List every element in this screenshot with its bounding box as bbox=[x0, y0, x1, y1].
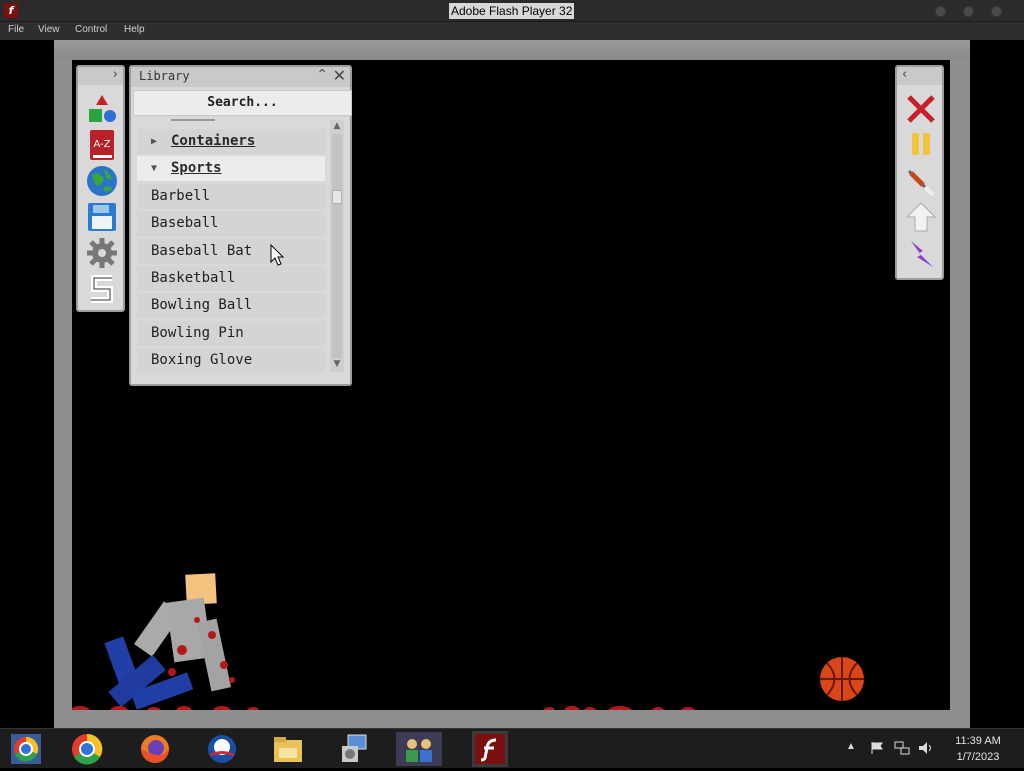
clock-date: 1/7/2023 bbox=[956, 751, 1000, 763]
pause-icon[interactable] bbox=[905, 129, 937, 161]
list-item[interactable]: Baseball Bat bbox=[137, 239, 325, 264]
save-disk-icon[interactable] bbox=[86, 201, 118, 233]
collapsed-triangle-icon: ▶ bbox=[151, 136, 158, 147]
list-item[interactable]: Bowling Ball bbox=[137, 293, 325, 318]
menu-bar: File View Control Help bbox=[0, 22, 1024, 40]
maximize-button[interactable] bbox=[963, 6, 974, 17]
file-explorer-icon[interactable] bbox=[271, 732, 305, 766]
lightning-icon[interactable] bbox=[905, 237, 937, 269]
menu-control[interactable]: Control bbox=[75, 24, 107, 35]
library-list: ▶ Containers ▼ Sports Barbell Baseball B… bbox=[135, 119, 325, 377]
library-scrollbar[interactable]: ▲ ▼ bbox=[330, 120, 344, 372]
system-clock[interactable]: 11:39 AM 1/7/2023 bbox=[940, 733, 1016, 765]
shapes-icon[interactable] bbox=[86, 93, 118, 125]
category-containers[interactable]: ▶ Containers bbox=[137, 129, 325, 154]
library-header: Library ⌃ ✕ bbox=[131, 66, 350, 87]
list-item[interactable]: Basketball bbox=[137, 266, 325, 291]
list-item[interactable]: Barbell bbox=[137, 184, 325, 209]
menu-file[interactable]: File bbox=[8, 24, 24, 35]
menu-help[interactable]: Help bbox=[124, 24, 145, 35]
chrome-old-icon[interactable] bbox=[9, 732, 43, 766]
close-window-button[interactable] bbox=[991, 6, 1002, 17]
taskbar: ▲ 11:39 AM 1/7/2023 bbox=[0, 728, 1024, 768]
scroll-thumb[interactable] bbox=[332, 190, 342, 204]
action-center-flag-icon[interactable] bbox=[870, 741, 884, 755]
minimize-button[interactable] bbox=[935, 6, 946, 17]
search-input[interactable]: Search... bbox=[133, 90, 352, 116]
collapse-chevron-icon[interactable]: ‹ bbox=[902, 67, 907, 82]
cut-off-item bbox=[171, 119, 215, 121]
stage-top-bar bbox=[54, 40, 970, 60]
flash-app-icon: f bbox=[4, 3, 18, 18]
list-item[interactable]: Baseball bbox=[137, 211, 325, 236]
chrome-icon[interactable] bbox=[70, 732, 104, 766]
up-arrow-icon[interactable] bbox=[905, 201, 937, 233]
network-icon[interactable] bbox=[894, 740, 910, 756]
users-icon[interactable] bbox=[396, 732, 442, 766]
control-panel-icon[interactable] bbox=[338, 732, 372, 766]
collapse-chevron-icon[interactable]: ⌃ bbox=[316, 67, 328, 83]
show-hidden-icons-icon[interactable]: ▲ bbox=[846, 741, 856, 752]
scroll-up-icon[interactable]: ▲ bbox=[330, 120, 344, 132]
category-label: Containers bbox=[171, 133, 256, 149]
globe-icon[interactable] bbox=[86, 165, 118, 197]
left-tool-panel: › A-Z bbox=[76, 65, 125, 312]
right-panel-header: ‹ bbox=[897, 67, 942, 85]
left-panel-header: › bbox=[78, 67, 123, 85]
list-item[interactable]: Boxing Glove bbox=[137, 348, 325, 373]
a-z-book-icon[interactable]: A-Z bbox=[86, 129, 118, 161]
expand-chevron-icon[interactable]: › bbox=[113, 67, 118, 82]
list-item[interactable]: Bowling Pin bbox=[137, 321, 325, 346]
ragdoll-figure[interactable] bbox=[104, 573, 235, 710]
firefox-icon[interactable] bbox=[138, 732, 172, 766]
library-panel: Library ⌃ ✕ Search... ▶ Containers ▼ Spo… bbox=[129, 65, 352, 386]
close-x-icon[interactable] bbox=[905, 93, 937, 125]
basketball-object[interactable] bbox=[820, 657, 864, 701]
scroll-down-icon[interactable]: ▼ bbox=[330, 358, 344, 370]
s-logo-icon[interactable] bbox=[86, 273, 118, 305]
menu-view[interactable]: View bbox=[38, 24, 60, 35]
close-icon[interactable]: ✕ bbox=[333, 66, 346, 85]
library-title: Library bbox=[139, 69, 190, 83]
expanded-triangle-icon: ▼ bbox=[151, 163, 158, 174]
window-title: Adobe Flash Player 32 bbox=[449, 3, 575, 19]
mouse-cursor-icon bbox=[270, 244, 284, 266]
title-bar: f Adobe Flash Player 32 bbox=[0, 0, 1024, 22]
category-sports[interactable]: ▼ Sports bbox=[137, 156, 325, 181]
scroll-track[interactable] bbox=[332, 134, 342, 358]
settings-gear-icon[interactable] bbox=[86, 237, 118, 269]
flash-player-icon[interactable] bbox=[472, 731, 508, 767]
right-tool-panel: ‹ bbox=[895, 65, 944, 280]
blood-splatter bbox=[72, 706, 695, 710]
syringe-icon[interactable] bbox=[905, 165, 937, 197]
volume-icon[interactable] bbox=[917, 740, 933, 756]
category-label: Sports bbox=[171, 160, 222, 176]
clock-time: 11:39 AM bbox=[955, 735, 1001, 747]
svg-text:A-Z: A-Z bbox=[93, 139, 110, 150]
obama-icon[interactable] bbox=[205, 732, 239, 766]
